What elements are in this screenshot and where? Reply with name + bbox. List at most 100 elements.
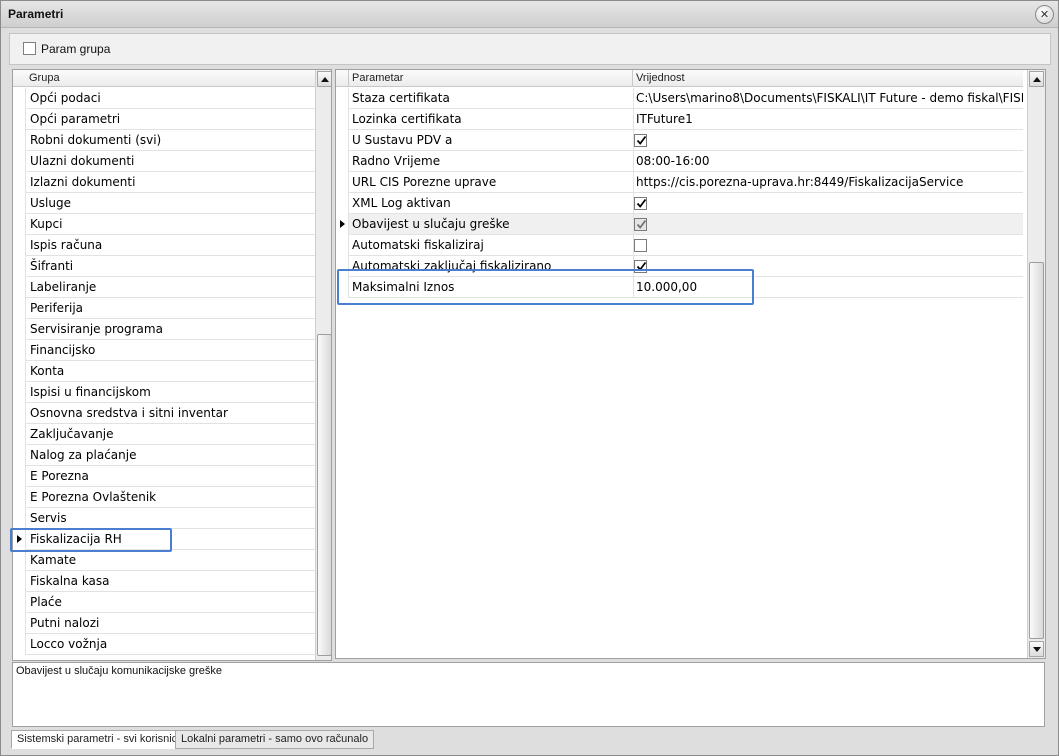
group-row[interactable]: Nalog za plaćanje <box>13 445 315 466</box>
params-scroll-down-button[interactable] <box>1029 641 1044 657</box>
params-scroll-up-button[interactable] <box>1029 71 1044 87</box>
group-row[interactable]: Osnovna sredstva i sitni inventar <box>13 403 315 424</box>
row-indicator <box>13 277 26 298</box>
row-indicator <box>336 214 349 235</box>
group-row[interactable]: Locco vožnja <box>13 634 315 655</box>
close-icon: ✕ <box>1039 8 1050 21</box>
group-row[interactable]: Izlazni dokumenti <box>13 172 315 193</box>
group-row[interactable]: Labeliranje <box>13 277 315 298</box>
param-grupa-checkbox[interactable] <box>23 42 36 55</box>
param-value[interactable]: ITFuture1 <box>636 109 1023 130</box>
params-scroll-thumb[interactable] <box>1029 262 1044 639</box>
group-label: Ispis računa <box>30 238 103 252</box>
param-row[interactable]: Obavijest u slučaju greške <box>336 214 1023 235</box>
param-grupa-label[interactable]: Param grupa <box>41 42 110 56</box>
group-row[interactable]: Ispis računa <box>13 235 315 256</box>
window-title: Parametri <box>8 7 64 21</box>
param-column-header[interactable]: Parametar <box>349 70 633 87</box>
checkmark-icon <box>636 219 647 229</box>
row-indicator <box>13 151 26 172</box>
highlight-fiskalizacija-rh <box>10 528 172 552</box>
group-row[interactable]: Ulazni dokumenti <box>13 151 315 172</box>
row-indicator <box>13 172 26 193</box>
param-row[interactable]: Automatski fiskaliziraj <box>336 235 1023 256</box>
row-indicator <box>13 445 26 466</box>
group-row[interactable]: Servisiranje programa <box>13 319 315 340</box>
row-indicator <box>13 319 26 340</box>
param-value[interactable]: 08:00-16:00 <box>636 151 1023 172</box>
row-indicator <box>336 151 349 172</box>
group-row[interactable]: Opći parametri <box>13 109 315 130</box>
param-value[interactable]: https://cis.porezna-uprava.hr:8449/Fiska… <box>636 172 1023 193</box>
row-indicator <box>336 235 349 256</box>
params-scrollbar[interactable] <box>1027 70 1045 658</box>
param-value[interactable]: C:\Users\marino8\Documents\FISKALI\IT Fu… <box>636 88 1023 109</box>
parameter-description: Obavijest u slučaju komunikacijske grešk… <box>12 662 1045 727</box>
param-value-checkbox[interactable] <box>634 134 647 147</box>
group-row[interactable]: Robni dokumenti (svi) <box>13 130 315 151</box>
param-row[interactable]: Radno Vrijeme 08:00-16:00 <box>336 151 1023 172</box>
param-row[interactable]: XML Log aktivan <box>336 193 1023 214</box>
row-indicator <box>13 340 26 361</box>
row-indicator <box>336 130 349 151</box>
title-bar[interactable]: Parametri ✕ <box>1 1 1058 28</box>
row-indicator <box>13 613 26 634</box>
group-row[interactable]: Ispisi u financijskom <box>13 382 315 403</box>
group-label: Plaće <box>30 595 62 609</box>
group-label: Usluge <box>30 196 71 210</box>
group-row[interactable]: Konta <box>13 361 315 382</box>
row-indicator <box>13 214 26 235</box>
param-name: XML Log aktivan <box>352 196 451 210</box>
group-label: Šifranti <box>30 259 74 273</box>
param-value-checkbox[interactable] <box>634 239 647 252</box>
group-row[interactable]: Servis <box>13 508 315 529</box>
group-row[interactable]: Usluge <box>13 193 315 214</box>
param-row[interactable]: U Sustavu PDV a <box>336 130 1023 151</box>
groups-scrollbar[interactable] <box>315 70 331 660</box>
scroll-down-icon <box>1033 647 1041 652</box>
column-separator <box>633 151 634 172</box>
close-button[interactable]: ✕ <box>1035 5 1054 24</box>
group-row[interactable]: Periferija <box>13 298 315 319</box>
row-indicator <box>13 298 26 319</box>
groups-scroll-thumb[interactable] <box>317 334 331 656</box>
group-row[interactable]: Putni nalozi <box>13 613 315 634</box>
tab-lokalni-parametri[interactable]: Lokalni parametri - samo ovo računalo <box>175 730 375 749</box>
group-label: Zaključavanje <box>30 427 114 441</box>
current-row-arrow-icon <box>340 220 345 228</box>
param-value-checkbox[interactable] <box>634 218 647 231</box>
param-row[interactable]: URL CIS Porezne uprave https://cis.porezn… <box>336 172 1023 193</box>
group-row[interactable]: Fiskalna kasa <box>13 571 315 592</box>
row-indicator <box>13 235 26 256</box>
param-value-checkbox[interactable] <box>634 197 647 210</box>
group-label: Osnovna sredstva i sitni inventar <box>30 406 228 420</box>
value-column-header[interactable]: Vrijednost <box>633 70 1023 87</box>
group-row[interactable]: Kamate <box>13 550 315 571</box>
param-name: Staza certifikata <box>352 91 450 105</box>
group-row[interactable]: Opći podaci <box>13 88 315 109</box>
row-indicator <box>13 403 26 424</box>
group-label: Opći podaci <box>30 91 101 105</box>
groups-header[interactable]: Grupa <box>13 70 315 87</box>
tab-sistemski-parametri[interactable]: Sistemski parametri - svi korisnici <box>11 730 186 749</box>
group-row[interactable]: Financijsko <box>13 340 315 361</box>
groups-scroll-up-button[interactable] <box>317 71 331 87</box>
checkmark-icon <box>636 135 647 145</box>
param-row[interactable]: Lozinka certifikata ITFuture1 <box>336 109 1023 130</box>
row-indicator <box>336 88 349 109</box>
group-label: Servis <box>30 511 67 525</box>
row-indicator <box>13 130 26 151</box>
row-indicator <box>13 571 26 592</box>
group-row[interactable]: Zaključavanje <box>13 424 315 445</box>
group-row[interactable]: E Porezna <box>13 466 315 487</box>
params-grid: Parametar Vrijednost Staza certifikata C:… <box>335 69 1046 659</box>
group-row[interactable]: E Porezna Ovlaštenik <box>13 487 315 508</box>
row-indicator <box>13 508 26 529</box>
group-label: Nalog za plaćanje <box>30 448 137 462</box>
group-row[interactable]: Kupci <box>13 214 315 235</box>
scroll-up-icon <box>321 77 329 82</box>
group-row[interactable]: Šifranti <box>13 256 315 277</box>
group-row[interactable]: Plaće <box>13 592 315 613</box>
param-row[interactable]: Staza certifikata C:\Users\marino8\Docume… <box>336 88 1023 109</box>
group-label: E Porezna <box>30 469 89 483</box>
